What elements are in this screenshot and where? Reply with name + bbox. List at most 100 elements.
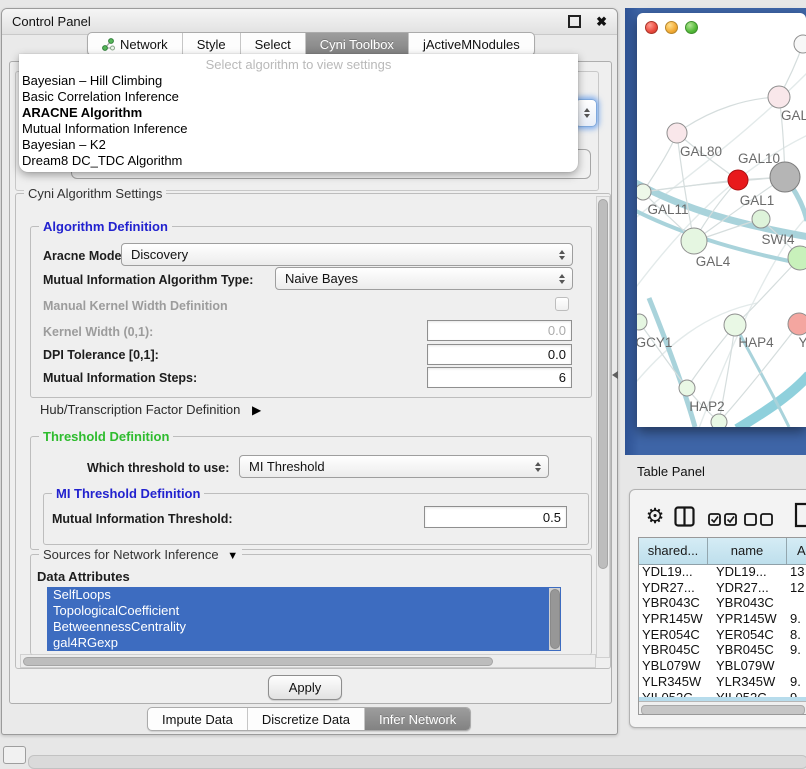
dropdown-option-mutual-information-inference[interactable]: Mutual Information Inference <box>19 121 578 137</box>
node-label-hap2: HAP2 <box>689 399 724 414</box>
control-panel-title: Control Panel <box>12 14 91 29</box>
hub-definition-disclosure[interactable]: Hub/Transcription Factor Definition ▶ <box>40 402 261 418</box>
gear-icon[interactable]: ⚙ <box>644 504 666 528</box>
data-attributes-list[interactable]: SelfLoopsTopologicalCoefficientBetweenne… <box>47 587 561 651</box>
cell: YDR27... <box>716 580 769 595</box>
tab-network[interactable]: Network <box>88 33 182 55</box>
table-row[interactable]: YDL19...YDL19...13 <box>639 564 806 580</box>
network-node[interactable] <box>794 35 806 53</box>
network-node[interactable] <box>711 414 727 427</box>
network-node-hap2[interactable] <box>679 380 695 396</box>
attributes-scrollbar[interactable] <box>549 588 560 650</box>
settings-hscroll-thumb[interactable] <box>23 657 493 666</box>
attribute-item-topologicalcoefficient[interactable]: TopologicalCoefficient <box>47 603 561 619</box>
table-hscroll-thumb[interactable] <box>641 705 805 715</box>
network-canvas[interactable]: GALGAL80GAL10GAL11GAL1SWI4GAL4GCY1HAP4YH… <box>637 13 806 427</box>
cell: 9. <box>790 611 801 626</box>
tab-discretize-data[interactable]: Discretize Data <box>247 708 364 730</box>
settings-horizontal-scrollbar[interactable] <box>20 654 596 668</box>
table-row[interactable]: YBR043CYBR043C <box>639 595 806 611</box>
bottom-scrollbar[interactable] <box>28 755 806 769</box>
dropdown-option-dream8-dc-tdc-algorithm[interactable]: Dream8 DC_TDC Algorithm <box>19 153 578 169</box>
column-header-name[interactable]: name <box>708 538 787 564</box>
table-row[interactable]: YPR145WYPR145W9. <box>639 611 806 627</box>
mi-threshold-field[interactable]: 0.5 <box>424 506 567 528</box>
tab-impute-data[interactable]: Impute Data <box>148 708 247 730</box>
cell: 9. <box>790 674 801 689</box>
bottom-tab-bar: Impute DataDiscretize DataInfer Network <box>147 707 471 731</box>
table-horizontal-scrollbar[interactable] <box>639 701 806 715</box>
network-node-gal10[interactable] <box>728 170 748 190</box>
minimize-window-icon[interactable] <box>665 21 678 34</box>
table-row[interactable]: YBR045CYBR045C9. <box>639 642 806 658</box>
cyni-settings-title: Cyni Algorithm Settings <box>24 186 166 201</box>
close-icon[interactable]: ✖ <box>596 15 607 28</box>
corner-button[interactable] <box>3 746 26 764</box>
cell: 9. <box>790 642 801 657</box>
tab-select[interactable]: Select <box>240 33 305 55</box>
which-threshold-combo[interactable]: MI Threshold <box>239 455 549 478</box>
network-node-gal[interactable] <box>768 86 790 108</box>
sources-title-row[interactable]: Sources for Network Inference ▼ <box>39 547 242 564</box>
new-table-icon[interactable] <box>794 502 806 528</box>
splitter-collapse-arrow[interactable] <box>608 371 618 379</box>
combo-arrows-icon <box>559 250 565 260</box>
table-header: shared...nameA <box>639 538 806 565</box>
network-node-y[interactable] <box>788 313 806 335</box>
tab-style[interactable]: Style <box>182 33 240 55</box>
dropdown-option-aracne-algorithm[interactable]: ARACNE Algorithm <box>19 105 578 121</box>
which-threshold-value: MI Threshold <box>249 459 325 474</box>
mi-type-combo[interactable]: Naive Bayes <box>275 267 573 290</box>
table-row[interactable]: YLR345WYLR345W9. <box>639 674 806 690</box>
cell: YBR043C <box>642 595 700 610</box>
float-panel-icon[interactable] <box>568 15 581 28</box>
table-body[interactable]: YDL19...YDL19...13YDR27...YDR27...12YBR0… <box>639 564 806 697</box>
network-window[interactable]: GALGAL80GAL10GAL11GAL1SWI4GAL4GCY1HAP4YH… <box>637 13 806 427</box>
network-node[interactable] <box>770 162 800 192</box>
settings-vertical-scrollbar[interactable] <box>596 196 610 658</box>
network-node-hap4[interactable] <box>724 314 746 336</box>
mi-steps-label: Mutual Information Steps: <box>43 371 197 386</box>
algorithm-combo-button[interactable] <box>575 99 597 127</box>
dropdown-option-bayesian-hill-climbing[interactable]: Bayesian – Hill Climbing <box>19 73 578 89</box>
network-node-gal4[interactable] <box>681 228 707 254</box>
collapse-arrow-icon: ▼ <box>227 550 238 562</box>
network-node-gcy1[interactable] <box>637 314 647 330</box>
kernel-width-field[interactable]: 0.0 <box>427 320 572 341</box>
column-header-a[interactable]: A <box>787 538 806 564</box>
network-node-gal80[interactable] <box>667 123 687 143</box>
attributes-scroll-thumb[interactable] <box>550 589 560 649</box>
attribute-item-betweennesscentrality[interactable]: BetweennessCentrality <box>47 619 561 635</box>
close-window-icon[interactable] <box>645 21 658 34</box>
select-all-columns-icon[interactable] <box>708 513 737 526</box>
dropdown-option-basic-correlation-inference[interactable]: Basic Correlation Inference <box>19 89 578 105</box>
table-row[interactable]: YIL052CYIL052C9 <box>639 690 806 698</box>
table-row[interactable]: YBL079WYBL079W <box>639 658 806 674</box>
attribute-item-selfloops[interactable]: SelfLoops <box>47 587 561 603</box>
unselect-all-columns-icon[interactable] <box>744 513 773 526</box>
tab-infer-network[interactable]: Infer Network <box>364 708 470 730</box>
mi-steps-field[interactable]: 6 <box>427 367 572 388</box>
dropdown-option-bayesian-k2[interactable]: Bayesian – K2 <box>19 137 578 153</box>
table-row[interactable]: YER054CYER054C8. <box>639 627 806 643</box>
mi-type-value: Naive Bayes <box>285 271 358 286</box>
aracne-mode-combo[interactable]: Discovery <box>121 243 573 266</box>
attribute-item-gal4rgexp[interactable]: gal4RGexp <box>47 635 561 651</box>
split-columns-icon[interactable] <box>674 506 695 527</box>
apply-button[interactable]: Apply <box>268 675 342 700</box>
cell: YDL19... <box>642 564 693 579</box>
zoom-window-icon[interactable] <box>685 21 698 34</box>
tab-jactivemnodules[interactable]: jActiveMNodules <box>408 33 534 55</box>
table-row[interactable]: YDR27...YDR27...12 <box>639 580 806 596</box>
tab-label: jActiveMNodules <box>423 37 520 52</box>
tab-cyni-toolbox[interactable]: Cyni Toolbox <box>305 33 408 55</box>
settings-vscroll-thumb[interactable] <box>598 199 608 569</box>
network-node-gal1[interactable] <box>752 210 770 228</box>
manual-kernel-checkbox[interactable] <box>555 297 569 311</box>
column-header-shared[interactable]: shared... <box>639 538 708 564</box>
dpi-tolerance-field[interactable]: 0.0 <box>427 344 572 365</box>
network-node-swi4[interactable] <box>788 246 806 270</box>
node-label-gal11: GAL11 <box>647 202 688 217</box>
network-node-gal11[interactable] <box>637 184 651 200</box>
manual-kernel-label: Manual Kernel Width Definition <box>43 299 228 314</box>
